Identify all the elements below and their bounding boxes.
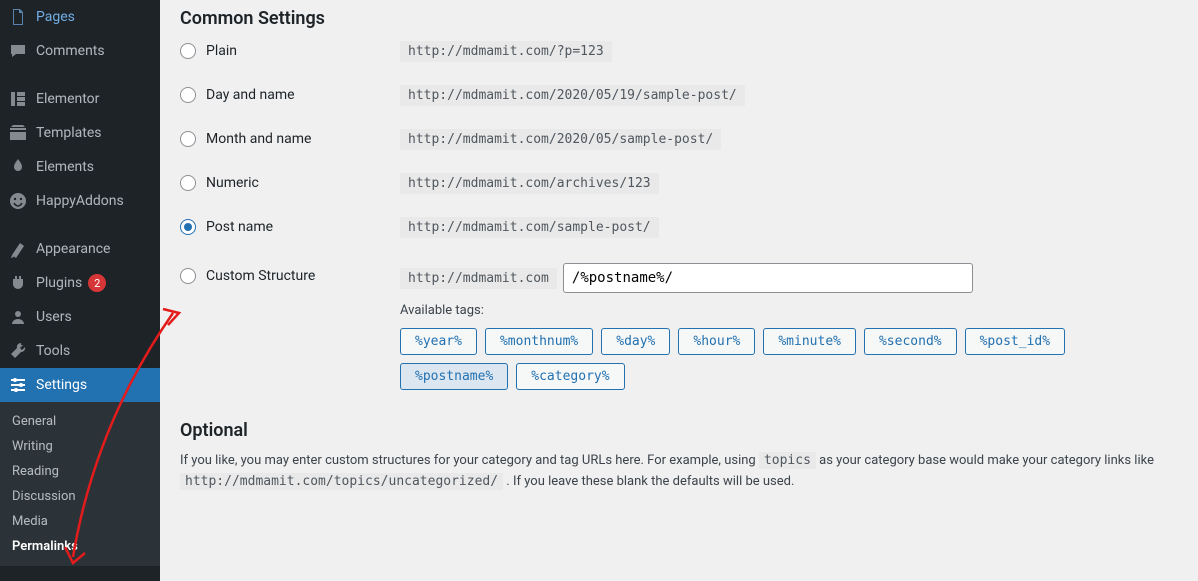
appearance-icon xyxy=(8,239,28,259)
tag-postname[interactable]: %postname% xyxy=(400,363,508,390)
option-label: Month and name xyxy=(206,131,311,147)
tag-monthnum[interactable]: %monthnum% xyxy=(485,328,593,355)
tag-second[interactable]: %second% xyxy=(864,328,957,355)
sidebar-item-label: Templates xyxy=(36,125,102,141)
tag-post-id[interactable]: %post_id% xyxy=(965,328,1065,355)
sidebar-item-label: Comments xyxy=(36,43,105,59)
option-plain-row: Plain http://mdmamit.com/?p=123 xyxy=(180,43,1178,59)
tag-day[interactable]: %day% xyxy=(601,328,670,355)
users-icon xyxy=(8,307,28,327)
sidebar-item-label: Users xyxy=(36,309,72,325)
tag-minute[interactable]: %minute% xyxy=(763,328,856,355)
happy-icon xyxy=(8,191,28,211)
example-numeric: http://mdmamit.com/archives/123 xyxy=(400,173,659,194)
elements-icon xyxy=(8,157,28,177)
sidebar-item-label: Pages xyxy=(36,9,75,25)
radio-numeric[interactable] xyxy=(180,175,196,191)
option-label: Plain xyxy=(206,43,237,59)
sidebar-item-label: Elements xyxy=(36,159,94,175)
sidebar-item-settings[interactable]: Settings xyxy=(0,368,160,402)
example-month: http://mdmamit.com/2020/05/sample-post/ xyxy=(400,129,721,150)
custom-structure-input[interactable] xyxy=(563,263,973,293)
optional-description: If you like, you may enter custom struct… xyxy=(180,451,1178,493)
sidebar-item-elements[interactable]: Elements xyxy=(0,150,160,184)
option-numeric-row: Numeric http://mdmamit.com/archives/123 xyxy=(180,175,1178,191)
settings-icon xyxy=(8,375,28,395)
plugins-badge: 2 xyxy=(88,274,106,292)
tags-row: %year% %monthnum% %day% %hour% %minute% … xyxy=(400,328,1178,390)
sidebar-item-comments[interactable]: Comments xyxy=(0,34,160,68)
available-tags-label: Available tags: xyxy=(400,303,1178,318)
submenu-permalinks[interactable]: Permalinks xyxy=(0,534,160,559)
radio-custom[interactable] xyxy=(180,268,196,284)
code-topics-url: http://mdmamit.com/topics/uncategorized/ xyxy=(180,473,503,490)
submenu-media[interactable]: Media xyxy=(0,509,160,534)
submenu-writing[interactable]: Writing xyxy=(0,434,160,459)
sidebar-item-label: HappyAddons xyxy=(36,193,124,209)
code-topics: topics xyxy=(759,452,816,469)
sidebar-item-appearance[interactable]: Appearance xyxy=(0,232,160,266)
option-month-row: Month and name http://mdmamit.com/2020/0… xyxy=(180,131,1178,147)
sidebar-item-label: Tools xyxy=(36,343,70,359)
custom-url-prefix: http://mdmamit.com xyxy=(400,268,557,289)
option-label: Post name xyxy=(206,219,273,235)
option-label: Day and name xyxy=(206,87,295,103)
tools-icon xyxy=(8,341,28,361)
sidebar-item-tools[interactable]: Tools xyxy=(0,334,160,368)
sidebar-item-elementor[interactable]: Elementor xyxy=(0,82,160,116)
tag-year[interactable]: %year% xyxy=(400,328,477,355)
sidebar-item-label: Settings xyxy=(36,377,87,393)
radio-day[interactable] xyxy=(180,87,196,103)
settings-submenu: General Writing Reading Discussion Media… xyxy=(0,402,160,566)
radio-month[interactable] xyxy=(180,131,196,147)
pages-icon xyxy=(8,7,28,27)
templates-icon xyxy=(8,123,28,143)
example-day: http://mdmamit.com/2020/05/19/sample-pos… xyxy=(400,85,745,106)
sidebar-item-templates[interactable]: Templates xyxy=(0,116,160,150)
option-label: Numeric xyxy=(206,175,259,191)
option-postname-row: Post name http://mdmamit.com/sample-post… xyxy=(180,219,1178,235)
radio-postname[interactable] xyxy=(180,219,196,235)
comments-icon xyxy=(8,41,28,61)
submenu-general[interactable]: General xyxy=(0,409,160,434)
plugins-icon xyxy=(8,273,28,293)
example-postname: http://mdmamit.com/sample-post/ xyxy=(400,217,659,238)
submenu-reading[interactable]: Reading xyxy=(0,459,160,484)
option-day-row: Day and name http://mdmamit.com/2020/05/… xyxy=(180,87,1178,103)
tag-hour[interactable]: %hour% xyxy=(678,328,755,355)
optional-heading: Optional xyxy=(180,420,1178,441)
admin-sidebar: Pages Comments Elementor Templates Eleme… xyxy=(0,0,160,581)
sidebar-item-pages[interactable]: Pages xyxy=(0,0,160,34)
submenu-discussion[interactable]: Discussion xyxy=(0,484,160,509)
option-custom-row: Custom Structure http://mdmamit.com Avai… xyxy=(180,263,1178,390)
main-content: Common Settings Plain http://mdmamit.com… xyxy=(160,0,1198,581)
sidebar-item-label: Elementor xyxy=(36,91,99,107)
radio-plain[interactable] xyxy=(180,43,196,59)
elementor-icon xyxy=(8,89,28,109)
option-label: Custom Structure xyxy=(206,268,315,284)
sidebar-item-happyaddons[interactable]: HappyAddons xyxy=(0,184,160,218)
sidebar-item-label: Plugins xyxy=(36,275,82,291)
example-plain: http://mdmamit.com/?p=123 xyxy=(400,41,612,62)
tag-category[interactable]: %category% xyxy=(516,363,624,390)
common-settings-heading: Common Settings xyxy=(180,8,1178,29)
sidebar-item-users[interactable]: Users xyxy=(0,300,160,334)
sidebar-item-label: Appearance xyxy=(36,241,110,257)
sidebar-item-plugins[interactable]: Plugins 2 xyxy=(0,266,160,300)
